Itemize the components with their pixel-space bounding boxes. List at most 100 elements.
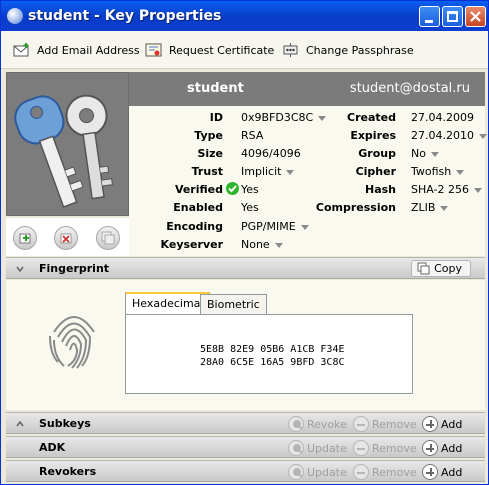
remove-icon xyxy=(353,464,369,480)
update-icon xyxy=(288,440,304,456)
subkeys-remove-button[interactable]: Remove xyxy=(353,415,417,433)
key-actions xyxy=(6,218,129,256)
prop-value-size: 4096/4096 xyxy=(241,147,301,160)
prop-label-group: Group xyxy=(358,147,396,160)
prop-label-keyserver: Keyserver xyxy=(160,238,223,251)
prop-value-created: 27.04.2009 xyxy=(411,111,474,124)
prop-value-verified: Yes xyxy=(241,183,259,196)
add-email-icon xyxy=(13,42,31,58)
revokers-section-header[interactable]: Revokers Update Remove Add xyxy=(6,460,485,482)
revoke-icon xyxy=(288,416,304,432)
pgp-app-icon xyxy=(7,8,23,24)
prop-value-group[interactable]: No xyxy=(411,147,439,160)
prop-value-compression[interactable]: ZLIB xyxy=(411,201,448,214)
key-image-panel xyxy=(6,72,129,216)
keys-icon xyxy=(7,73,128,215)
prop-value-type: RSA xyxy=(241,129,264,142)
prop-label-trust: Trust xyxy=(191,165,223,178)
revokers-add-label: Add xyxy=(441,465,463,479)
key-properties: ID 0x9BFD3C8C Type RSA Size 4096/4096 Tr… xyxy=(129,106,485,256)
revokers-remove-button[interactable]: Remove xyxy=(353,463,417,481)
copy-photo-icon xyxy=(101,231,115,245)
key-properties-window: student - Key Properties Add Email Addre… xyxy=(0,0,489,485)
revokers-update-button[interactable]: Update xyxy=(288,463,347,481)
request-certificate-button[interactable]: Request Certificate xyxy=(145,41,274,59)
subkeys-section-header[interactable]: Subkeys Revoke Remove Add xyxy=(6,412,485,434)
window-title: student - Key Properties xyxy=(28,8,222,24)
prop-label-cipher: Cipher xyxy=(355,165,396,178)
change-passphrase-label: Change Passphrase xyxy=(306,43,414,57)
revokers-remove-label: Remove xyxy=(372,465,417,479)
tab-hexadecimal[interactable]: Hexadecimal xyxy=(125,292,211,314)
prop-value-expires[interactable]: 27.04.2010 xyxy=(411,129,487,142)
add-icon xyxy=(422,464,438,480)
prop-label-type: Type xyxy=(194,129,223,142)
verified-check-icon xyxy=(226,182,239,195)
prop-value-keyserver[interactable]: None xyxy=(241,238,283,251)
key-user-email: student@dostal.ru xyxy=(349,81,470,96)
prop-value-encoding[interactable]: PGP/MIME xyxy=(241,220,309,233)
key-user-name: student xyxy=(187,81,244,96)
adk-section-header[interactable]: ADK Update Remove Add xyxy=(6,436,485,458)
toolbar: Add Email Address Request Certificate Ch… xyxy=(1,31,488,69)
minimize-button[interactable] xyxy=(419,6,440,27)
fingerprint-line-2: 28A0 6C5E 16A5 9BFD 3C8C xyxy=(200,357,345,368)
prop-label-expires: Expires xyxy=(350,129,396,142)
subkeys-revoke-button[interactable]: Revoke xyxy=(288,415,347,433)
passphrase-icon xyxy=(282,42,300,58)
adk-remove-button[interactable]: Remove xyxy=(353,439,417,457)
close-icon xyxy=(470,11,481,22)
subkeys-section-title: Subkeys xyxy=(39,417,91,430)
prop-value-trust[interactable]: Implicit xyxy=(241,165,294,178)
close-button[interactable] xyxy=(465,6,486,27)
chevron-up-icon xyxy=(16,420,24,427)
tab-biometric[interactable]: Biometric xyxy=(200,294,267,314)
subkeys-add-label: Add xyxy=(441,417,463,431)
key-header: student student@dostal.ru xyxy=(129,72,485,106)
copy-icon xyxy=(417,262,430,275)
prop-label-created: Created xyxy=(347,111,396,124)
prop-label-encoding: Encoding xyxy=(166,220,223,233)
change-passphrase-button[interactable]: Change Passphrase xyxy=(282,41,414,59)
update-icon xyxy=(288,464,304,480)
adk-update-button[interactable]: Update xyxy=(288,439,347,457)
fingerprint-section-header[interactable]: Fingerprint Copy xyxy=(6,257,485,279)
copy-label: Copy xyxy=(434,262,462,275)
chevron-down-icon xyxy=(16,266,24,273)
add-photo-icon xyxy=(19,233,31,244)
fingerprint-line-1: 5E8B 82E9 05B6 A1CB F34E xyxy=(200,344,345,355)
prop-value-hash[interactable]: SHA-2 256 xyxy=(411,183,482,196)
title-bar[interactable]: student - Key Properties xyxy=(1,1,488,31)
maximize-button[interactable] xyxy=(442,6,463,27)
remove-icon xyxy=(353,440,369,456)
prop-value-id[interactable]: 0x9BFD3C8C xyxy=(241,111,326,124)
add-photo-button[interactable] xyxy=(13,226,37,250)
adk-add-button[interactable]: Add xyxy=(422,439,462,457)
fingerprint-section-title: Fingerprint xyxy=(39,262,110,275)
remove-photo-button[interactable] xyxy=(54,226,78,250)
add-icon xyxy=(422,440,438,456)
request-certificate-label: Request Certificate xyxy=(169,43,275,57)
add-email-button[interactable]: Add Email Address xyxy=(13,41,140,59)
prop-label-size: Size xyxy=(197,147,223,160)
prop-value-cipher[interactable]: Twofish xyxy=(411,165,464,178)
adk-section-title: ADK xyxy=(39,441,66,454)
add-email-label: Add Email Address xyxy=(37,43,140,57)
revokers-section-title: Revokers xyxy=(39,465,97,478)
fingerprint-hex-page: 5E8B 82E9 05B6 A1CB F34E 28A0 6C5E 16A5 … xyxy=(125,314,413,394)
adk-remove-label: Remove xyxy=(372,441,417,455)
revokers-update-label: Update xyxy=(307,465,347,479)
subkeys-remove-label: Remove xyxy=(372,417,417,431)
prop-value-enabled: Yes xyxy=(241,201,259,214)
adk-add-label: Add xyxy=(441,441,463,455)
copy-fingerprint-button[interactable]: Copy xyxy=(411,260,471,277)
revokers-add-button[interactable]: Add xyxy=(422,463,462,481)
subkeys-revoke-label: Revoke xyxy=(307,417,347,431)
add-icon xyxy=(422,416,438,432)
prop-label-enabled: Enabled xyxy=(173,201,223,214)
prop-label-id: ID xyxy=(209,111,223,124)
subkeys-add-button[interactable]: Add xyxy=(422,415,462,433)
remove-photo-icon xyxy=(60,233,72,244)
copy-photo-button[interactable] xyxy=(96,226,120,250)
remove-icon xyxy=(353,416,369,432)
